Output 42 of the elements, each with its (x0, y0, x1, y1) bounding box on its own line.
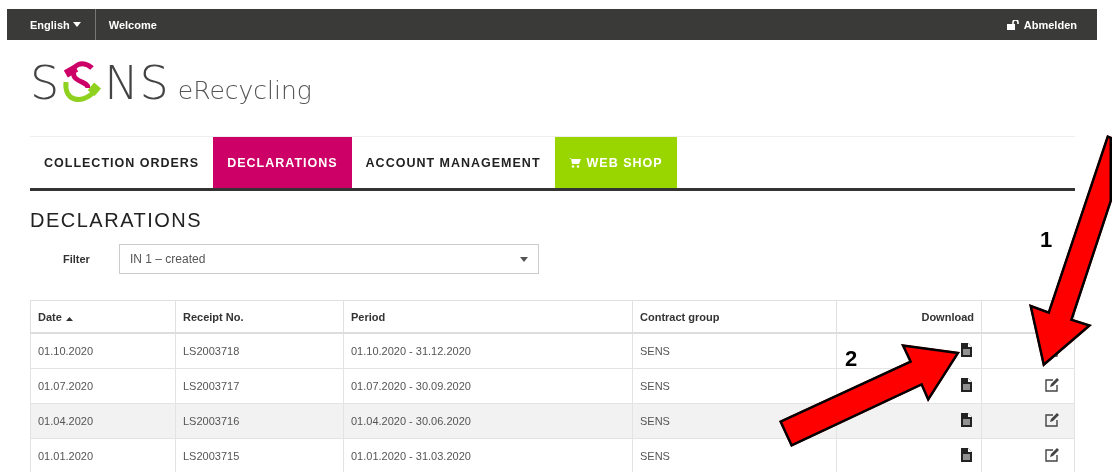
caret-icon (72, 22, 81, 27)
file-icon[interactable] (961, 378, 972, 392)
caret-icon (520, 256, 528, 262)
edit-icon[interactable] (1044, 413, 1060, 427)
file-icon[interactable] (961, 343, 972, 357)
logout-link[interactable]: Abmelden (1006, 18, 1077, 31)
table-cell: 01.07.2020 - 30.09.2020 (343, 368, 633, 404)
logo-subtitle: eRecycling (177, 75, 312, 105)
table-cell: 01.10.2020 (30, 333, 176, 369)
annotation-number: 2 (845, 346, 858, 371)
edit-icon[interactable] (1044, 448, 1060, 462)
table-cell: 01.04.2020 - 30.06.2020 (343, 403, 633, 439)
table-cell: 01.01.2020 - 31.03.2020 (343, 438, 633, 472)
nav-tab[interactable]: ACCOUNT MANAGEMENT (351, 137, 555, 188)
nav-tab[interactable]: COLLECTION ORDERS (30, 137, 214, 188)
table-cell: LS2003718 (175, 333, 344, 369)
table-cell: 01.10.2020 - 31.12.2020 (343, 333, 633, 369)
table-cell: SENS (632, 368, 837, 404)
page-heading: DECLARATIONS (30, 209, 204, 232)
cart-icon (568, 157, 581, 168)
table-cell: 01.07.2020 (30, 368, 176, 404)
filter-label: Filter (62, 253, 91, 265)
logo-letter: S (30, 56, 61, 110)
table-cell: 01.04.2020 (30, 403, 176, 439)
table-cell: LS2003716 (175, 403, 344, 439)
unlock-icon (1006, 19, 1019, 30)
nav-tab[interactable]: DECLARATIONS (213, 137, 352, 188)
table-row[interactable]: 01.01.2020 LS2003715 01.01.2020 - 31.03.2020 SENS (30, 438, 1075, 472)
table-cell: LS2003715 (175, 438, 344, 472)
table-cell: SENS (632, 333, 837, 369)
file-icon[interactable] (961, 448, 972, 462)
logo-letters: NS (104, 56, 170, 110)
filter-dropdown[interactable]: IN 1 – created (119, 244, 539, 274)
language-dropdown[interactable]: English (7, 9, 96, 40)
sort-up-icon (65, 316, 73, 321)
file-icon[interactable] (961, 413, 972, 427)
edit-icon[interactable] (1044, 378, 1060, 392)
welcome-text: Welcome (107, 18, 157, 31)
table-cell: 01.01.2020 (30, 438, 176, 472)
annotation-number: 1 (1040, 227, 1053, 252)
table-cell: LS2003717 (175, 368, 344, 404)
table-cell: SENS (632, 438, 837, 472)
